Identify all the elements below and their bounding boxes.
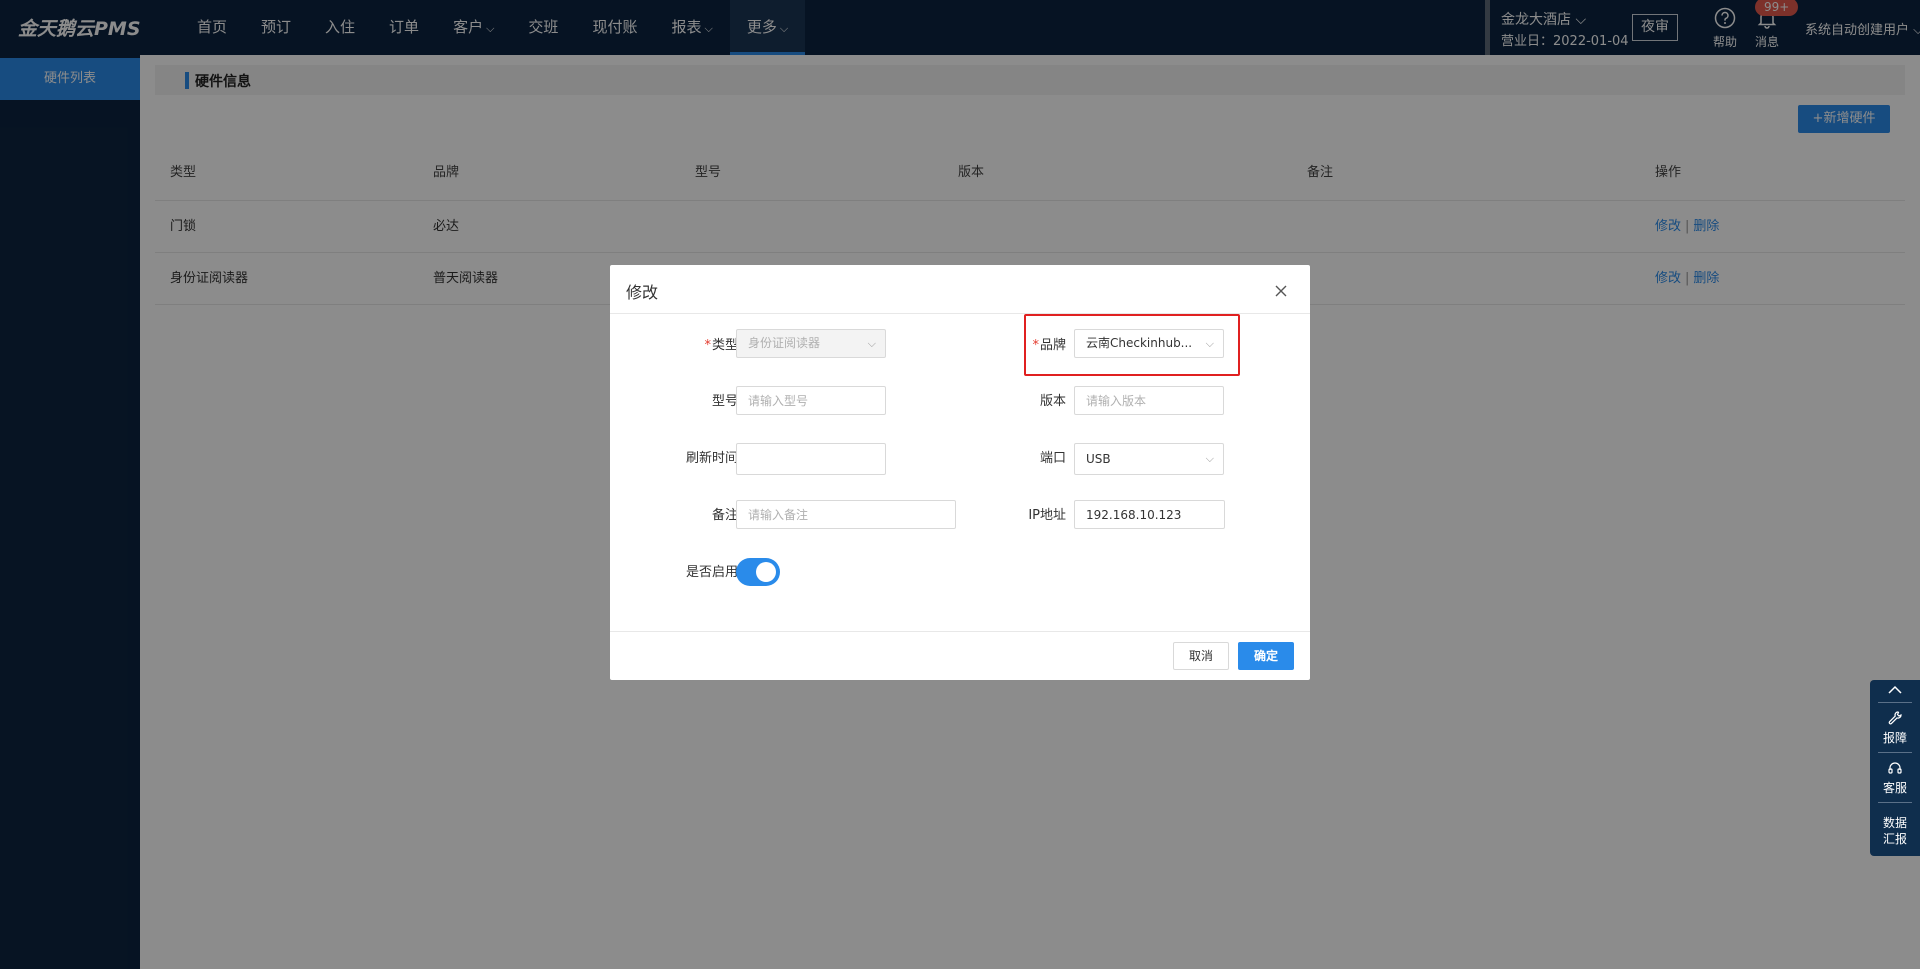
floating-toolbar: 报障 客服 数据 汇报 bbox=[1870, 680, 1920, 856]
cancel-button[interactable]: 取消 bbox=[1173, 642, 1229, 670]
port-select[interactable]: USB ⌵ bbox=[1074, 443, 1224, 475]
model-text-input[interactable] bbox=[748, 387, 885, 414]
close-button[interactable] bbox=[1273, 283, 1289, 299]
toggle-knob bbox=[756, 562, 776, 582]
report-issue-label: 报障 bbox=[1882, 731, 1907, 745]
confirm-button[interactable]: 确定 bbox=[1238, 642, 1294, 670]
data-report-label-line2: 汇报 bbox=[1882, 832, 1907, 846]
model-input[interactable] bbox=[736, 386, 886, 415]
type-label: *类型 bbox=[704, 338, 738, 353]
port-label: 端口 bbox=[1039, 451, 1066, 466]
divider bbox=[610, 631, 1310, 632]
scroll-top-button[interactable] bbox=[1870, 684, 1920, 700]
version-label: 版本 bbox=[1039, 394, 1066, 409]
type-select: 身份证阅读器 ⌵ bbox=[736, 329, 886, 358]
data-report-button[interactable]: 数据 汇报 bbox=[1870, 815, 1920, 847]
customer-service-button[interactable]: 客服 bbox=[1870, 760, 1920, 796]
report-issue-button[interactable]: 报障 bbox=[1870, 710, 1920, 746]
chevron-down-icon: ⌵ bbox=[867, 337, 876, 350]
chevron-down-icon: ⌵ bbox=[1205, 452, 1214, 465]
version-text-input[interactable] bbox=[1086, 387, 1223, 414]
enabled-toggle[interactable] bbox=[736, 558, 780, 586]
highlight-box bbox=[1024, 314, 1240, 376]
model-label: 型号 bbox=[711, 394, 738, 409]
ip-label: IP地址 bbox=[1028, 508, 1066, 523]
ip-input[interactable] bbox=[1074, 500, 1225, 529]
headset-icon bbox=[1888, 762, 1902, 774]
data-report-label-line1: 数据 bbox=[1882, 816, 1907, 830]
wrench-icon bbox=[1888, 711, 1902, 725]
chevron-up-icon bbox=[1888, 685, 1902, 694]
close-icon bbox=[1275, 285, 1287, 297]
customer-service-label: 客服 bbox=[1882, 781, 1907, 795]
enabled-label: 是否启用 bbox=[685, 565, 738, 580]
refresh-time-text-input[interactable] bbox=[748, 444, 885, 474]
edit-hardware-dialog: 修改 *类型 身份证阅读器 ⌵ *品牌 云南Checkinhub... ⌵ 型号… bbox=[610, 265, 1310, 680]
remark-input[interactable] bbox=[736, 500, 956, 529]
dialog-title: 修改 bbox=[626, 283, 659, 302]
remark-label: 备注 bbox=[711, 508, 738, 523]
version-input[interactable] bbox=[1074, 386, 1224, 415]
remark-text-input[interactable] bbox=[748, 501, 955, 528]
refresh-time-label: 刷新时间 bbox=[685, 451, 738, 466]
refresh-time-input[interactable] bbox=[736, 443, 886, 475]
ip-text-input[interactable] bbox=[1086, 501, 1224, 528]
